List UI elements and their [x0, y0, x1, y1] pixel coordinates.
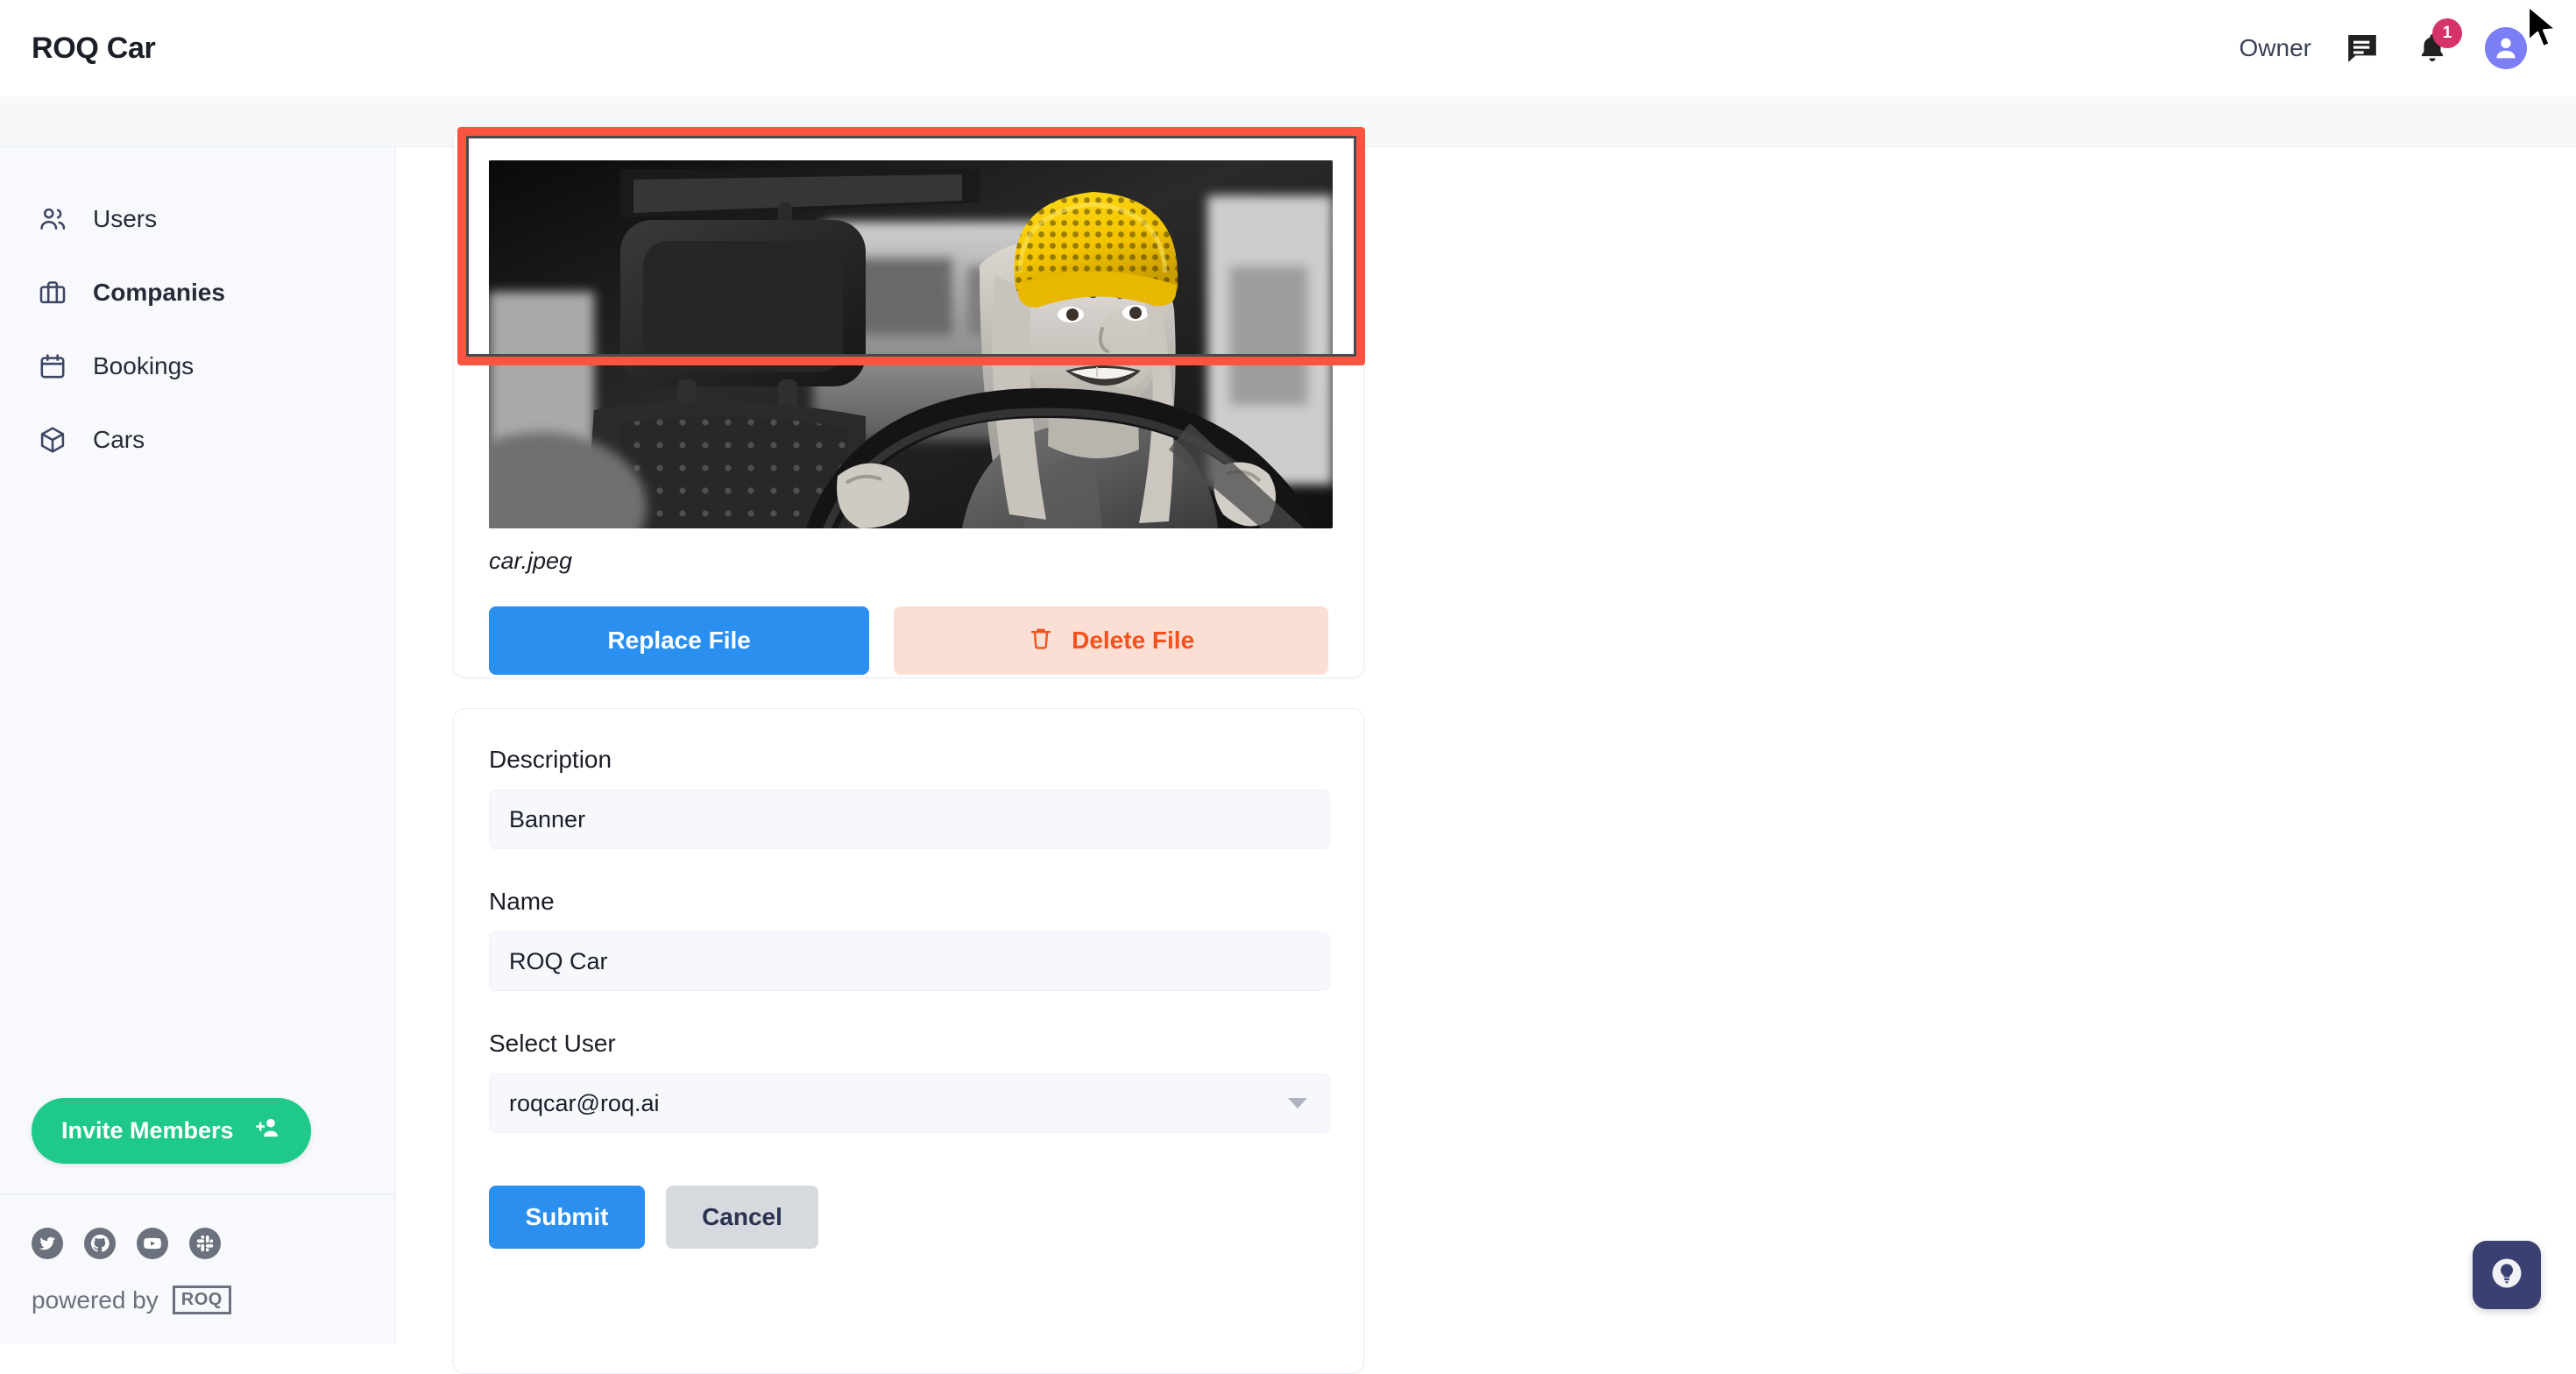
sidebar-item-users[interactable]: Users: [0, 182, 395, 256]
sidebar-item-cars[interactable]: Cars: [0, 403, 395, 477]
youtube-icon[interactable]: [137, 1228, 168, 1259]
field-spacer: [489, 991, 1328, 1030]
submit-button[interactable]: Submit: [489, 1186, 645, 1249]
company-form-card: Description Banner Name ROQ Car Select U…: [453, 708, 1364, 1374]
select-user-label: Select User: [489, 1030, 1328, 1058]
select-user-dropdown[interactable]: roqcar@roq.ai: [489, 1073, 1330, 1133]
users-icon: [35, 202, 70, 237]
invite-members-container: Invite Members: [0, 1098, 395, 1193]
box-icon: [35, 422, 70, 457]
slack-icon[interactable]: [189, 1228, 221, 1259]
sidebar-item-label: Companies: [93, 279, 225, 307]
calendar-icon: [35, 349, 70, 384]
name-field-group: Name ROQ Car: [489, 888, 1328, 991]
replace-file-button[interactable]: Replace File: [489, 606, 869, 675]
trash-icon: [1028, 625, 1054, 657]
chat-bubble-icon[interactable]: [2345, 31, 2380, 66]
sidebar-item-bookings[interactable]: Bookings: [0, 329, 395, 403]
person-add-icon: [253, 1114, 281, 1148]
submit-label: Submit: [526, 1203, 609, 1231]
powered-by-text: powered by: [32, 1286, 159, 1314]
form-action-buttons: Submit Cancel: [489, 1186, 1328, 1249]
avatar[interactable]: [2485, 27, 2527, 69]
notification-badge: 1: [2432, 18, 2462, 48]
brand-title: ROQ Car: [32, 32, 156, 66]
select-user-field-group: Select User roqcar@roq.ai: [489, 1030, 1328, 1133]
header-actions: Owner 1: [2240, 27, 2527, 69]
file-upload-card: car.jpeg Replace File Delete File: [453, 126, 1364, 678]
sidebar-item-label: Bookings: [93, 352, 194, 380]
sidebar-nav: Users Companies Bookings: [0, 147, 395, 477]
sidebar-item-label: Cars: [93, 426, 145, 454]
uploaded-file-name: car.jpeg: [489, 548, 1328, 575]
github-icon[interactable]: [84, 1228, 116, 1259]
description-input[interactable]: Banner: [489, 790, 1330, 849]
top-header: ROQ Car Owner 1: [0, 0, 2576, 96]
powered-by: powered by ROQ: [32, 1285, 395, 1314]
notifications-button[interactable]: 1: [2413, 27, 2452, 69]
description-field-group: Description Banner: [489, 746, 1328, 849]
help-button[interactable]: [2473, 1241, 2541, 1309]
name-input[interactable]: ROQ Car: [489, 931, 1330, 991]
sidebar-item-companies[interactable]: Companies: [0, 256, 395, 329]
select-user-wrapper: roqcar@roq.ai: [489, 1073, 1330, 1133]
name-label: Name: [489, 888, 1328, 916]
sidebar-spacer: [0, 477, 395, 1098]
sidebar-footer: powered by ROQ: [0, 1193, 395, 1344]
delete-file-button[interactable]: Delete File: [894, 606, 1328, 675]
cancel-label: Cancel: [702, 1203, 782, 1231]
cancel-button[interactable]: Cancel: [666, 1186, 818, 1249]
sidebar-item-label: Users: [93, 205, 157, 233]
uploaded-image-preview: [489, 160, 1333, 528]
company-form: Description Banner Name ROQ Car Select U…: [454, 709, 1363, 1249]
delete-file-label: Delete File: [1072, 627, 1194, 655]
owner-role-label: Owner: [2240, 34, 2311, 62]
invite-members-button[interactable]: Invite Members: [32, 1098, 311, 1164]
field-spacer: [489, 849, 1328, 888]
sidebar: Users Companies Bookings: [0, 147, 396, 1344]
briefcase-icon: [35, 275, 70, 310]
user-avatar-icon: [2491, 33, 2521, 63]
lightbulb-icon: [2488, 1255, 2525, 1296]
invite-members-label: Invite Members: [61, 1117, 234, 1144]
main-content: car.jpeg Replace File Delete File: [396, 147, 2576, 1344]
file-upload-body: car.jpeg Replace File Delete File: [454, 127, 1363, 710]
roq-logo: ROQ: [173, 1285, 231, 1314]
social-links: [32, 1228, 395, 1259]
description-label: Description: [489, 746, 1328, 774]
replace-file-label: Replace File: [607, 627, 750, 655]
file-action-buttons: Replace File Delete File: [489, 606, 1328, 675]
twitter-icon[interactable]: [32, 1228, 63, 1259]
